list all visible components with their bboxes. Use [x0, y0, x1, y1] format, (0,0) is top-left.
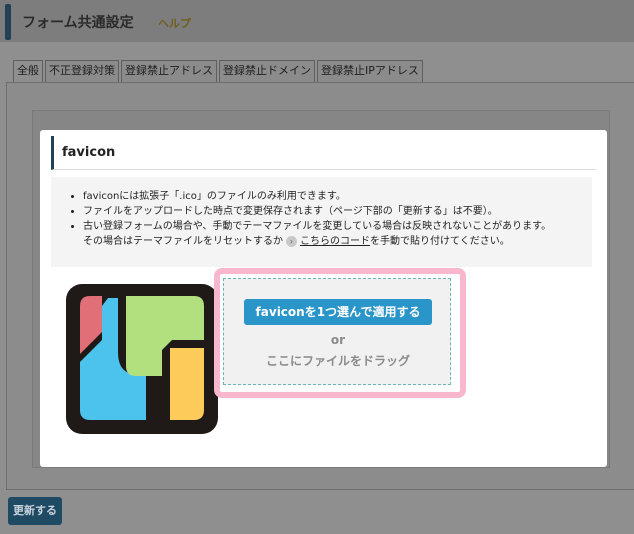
note-item: faviconには拡張子「.ico」のファイルのみ利用できます。 [83, 189, 582, 204]
page-header: フォーム共通設定 ヘルプ [0, 0, 634, 42]
or-label: or [330, 333, 346, 347]
help-link[interactable]: ヘルプ [158, 15, 191, 31]
note-continuation-end: を手動で貼り付けてください。 [370, 236, 510, 247]
code-link[interactable]: こちらのコード [300, 236, 370, 247]
modal-header: favicon [51, 136, 596, 170]
drag-hint: ここにファイルをドラッグ [265, 354, 410, 368]
update-button[interactable]: 更新する [8, 497, 62, 525]
note-item: ファイルをアップロードした時点で変更保存されます（ページ下部の「更新する」は不要… [83, 204, 582, 219]
notes-box: faviconには拡張子「.ico」のファイルのみ利用できます。 ファイルをアッ… [51, 177, 592, 267]
tab-blocked-ip[interactable]: 登録禁止IPアドレス [317, 60, 423, 82]
choose-favicon-button[interactable]: faviconを1つ選んで適用する [244, 299, 432, 325]
note-item: 古い登録フォームの場合や、手動でテーマファイルを変更している場合は反映されないこ… [83, 219, 582, 234]
favicon-preview-icon [66, 284, 218, 434]
tab-blocked-addresses[interactable]: 登録禁止アドレス [121, 60, 217, 82]
note-continuation-text: その場合はテーマファイルをリセットするか [83, 236, 283, 247]
tab-fraud-prevention[interactable]: 不正登録対策 [45, 60, 119, 82]
tab-blocked-domains[interactable]: 登録禁止ドメイン [219, 60, 315, 82]
tab-general[interactable]: 全般 [13, 60, 43, 82]
file-drop-zone[interactable]: faviconを1つ選んで適用する or ここにファイルをドラッグ [223, 278, 451, 385]
note-continuation: その場合はテーマファイルをリセットするか › こちらのコードを手動で貼り付けてくださ… [83, 234, 582, 249]
settings-tabs: 全般 不正登録対策 登録禁止アドレス 登録禁止ドメイン 登録禁止IPアドレス [13, 60, 423, 82]
chevron-right-icon: › [286, 235, 297, 247]
modal-title: favicon [62, 145, 116, 160]
page-title: フォーム共通設定 [22, 15, 134, 31]
header-accent-bar [5, 4, 11, 40]
favicon-modal: favicon faviconには拡張子「.ico」のファイルのみ利用できます。… [40, 130, 607, 467]
